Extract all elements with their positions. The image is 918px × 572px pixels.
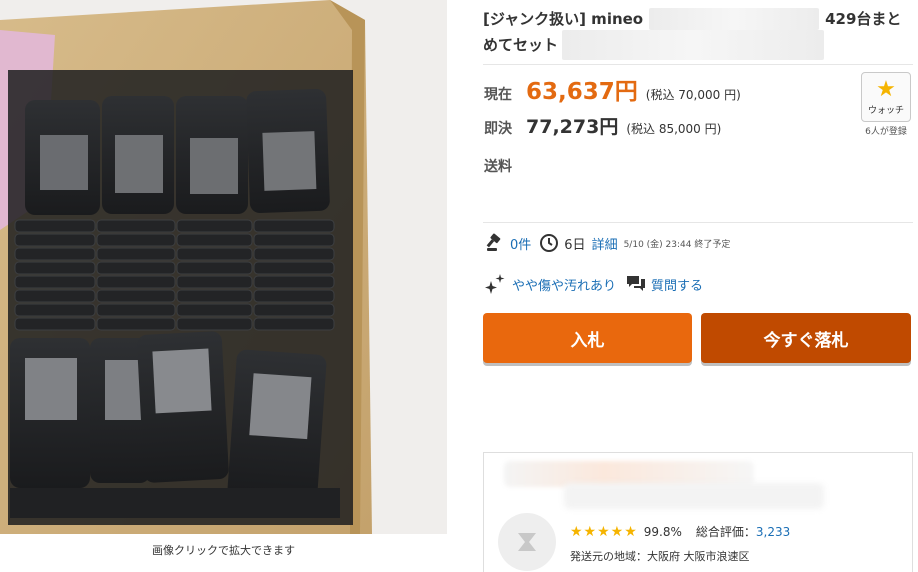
- clock-icon: [540, 234, 559, 252]
- detail-link[interactable]: 詳細: [592, 234, 618, 253]
- rating-label: 総合評価：: [695, 525, 756, 539]
- gavel-icon: [486, 233, 501, 251]
- ship-from: 発送元の地域：大阪府 大阪市浪速区: [570, 550, 750, 563]
- positive-rate: 99.8%: [643, 524, 682, 539]
- watch-count: 6人が登録: [865, 127, 907, 137]
- buynow-price-row: 即決 77,273円 (税込 85,000 円): [484, 112, 721, 139]
- shipping-label: 送料: [484, 159, 512, 175]
- title-redacted-1: [649, 8, 820, 30]
- title-text-3: めてセット: [483, 36, 559, 54]
- condition-link[interactable]: やや傷や汚れあり: [512, 275, 616, 294]
- buy-now-button[interactable]: 今すぐ落札: [701, 313, 911, 363]
- hourglass-icon: [518, 533, 536, 551]
- title-redacted-2: [562, 30, 825, 60]
- seller-info-redacted: [564, 483, 824, 509]
- end-time: 5/10 (金) 23:44 終了予定: [623, 239, 731, 250]
- product-photo[interactable]: [0, 0, 447, 534]
- buynow-price: 77,273円: [526, 116, 619, 138]
- divider: [483, 222, 913, 223]
- watch-button[interactable]: ★ ウォッチ: [861, 72, 911, 122]
- time-left: 6日: [564, 237, 586, 253]
- auction-meta: 0件 6日 詳細 5/10 (金) 23:44 終了予定: [484, 233, 730, 253]
- current-price: 63,637円: [526, 79, 638, 105]
- current-price-row: 現在 63,637円 (税込 70,000 円): [484, 72, 741, 106]
- bid-button[interactable]: 入札: [483, 313, 692, 363]
- watch-label: ウォッチ: [867, 106, 904, 116]
- chat-icon: [627, 276, 646, 291]
- listing-title: [ジャンク扱い] mineo 429台まと めてセット: [483, 6, 915, 60]
- title-text-2: 429台まと: [825, 10, 902, 28]
- product-image[interactable]: [0, 0, 447, 534]
- question-link[interactable]: 質問する: [651, 275, 703, 294]
- rating-stars-icon: ★★★★★: [570, 523, 638, 540]
- title-text-1: [ジャンク扱い] mineo: [483, 10, 644, 28]
- current-price-tax: (税込 70,000 円): [645, 88, 741, 102]
- buynow-price-tax: (税込 85,000 円): [626, 122, 722, 136]
- avatar[interactable]: [498, 513, 556, 571]
- image-caption: 画像クリックで拡大できます: [152, 544, 295, 557]
- seller-card: ★★★★★ 99.8% 総合評価： 3,233 発送元の地域：大阪府 大阪市浪速…: [483, 452, 913, 572]
- item-meta: やや傷や汚れあり 質問する: [484, 273, 703, 295]
- sparkle-icon: [485, 274, 505, 294]
- star-icon: ★: [876, 77, 896, 102]
- rating-value-link[interactable]: 3,233: [756, 525, 790, 539]
- seller-rating: ★★★★★ 99.8% 総合評価： 3,233: [570, 523, 790, 540]
- buynow-price-label: 即決: [484, 121, 512, 137]
- current-price-label: 現在: [484, 87, 512, 103]
- divider: [483, 64, 913, 65]
- bid-count-link[interactable]: 0件: [510, 234, 531, 253]
